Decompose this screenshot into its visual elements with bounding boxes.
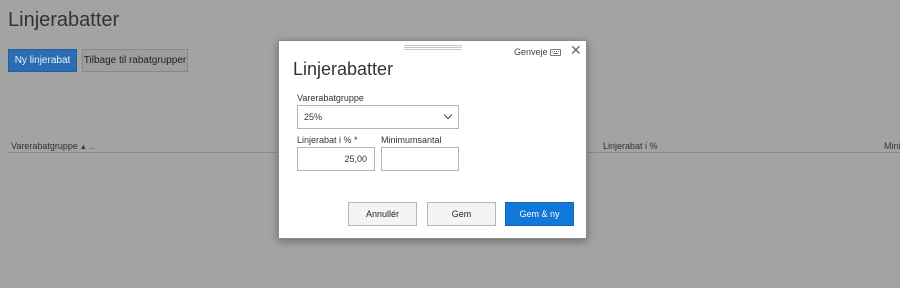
save-button[interactable]: Gem bbox=[427, 202, 496, 226]
new-line-discount-button[interactable]: Ny linjerabat bbox=[8, 49, 77, 72]
group-select[interactable]: 25% bbox=[297, 105, 459, 129]
drag-handle[interactable] bbox=[404, 45, 462, 50]
back-to-discount-groups-button[interactable]: Tilbage til rabatgrupper bbox=[82, 49, 188, 72]
save-and-new-button[interactable]: Gem & ny bbox=[505, 202, 574, 226]
keyboard-icon[interactable] bbox=[550, 49, 561, 56]
pct-input[interactable] bbox=[297, 147, 375, 171]
line-discount-dialog: Genveje ✕ Linjerabatter Varerabatgruppe … bbox=[278, 40, 587, 239]
close-icon[interactable]: ✕ bbox=[570, 43, 582, 57]
page-title: Linjerabatter bbox=[8, 9, 120, 31]
group-select-value: 25% bbox=[304, 112, 323, 122]
pct-label: Linjerabat i % * bbox=[297, 135, 358, 145]
sort-indicator: ▲ ... bbox=[79, 144, 95, 151]
group-label: Varerabatgruppe bbox=[297, 93, 364, 103]
cancel-button[interactable]: Annullér bbox=[348, 202, 417, 226]
chevron-down-icon bbox=[443, 110, 453, 120]
min-quantity-input[interactable] bbox=[381, 147, 459, 171]
column-header-pct[interactable]: Linjerabat i % bbox=[603, 141, 658, 151]
column-header-group[interactable]: Varerabatgruppe ▲ ... bbox=[11, 141, 95, 151]
min-label: Minimumsantal bbox=[381, 135, 442, 145]
dialog-title: Linjerabatter bbox=[293, 59, 394, 79]
shortcuts-label[interactable]: Genveje bbox=[514, 47, 548, 57]
column-header-min[interactable]: Mini bbox=[884, 141, 900, 151]
